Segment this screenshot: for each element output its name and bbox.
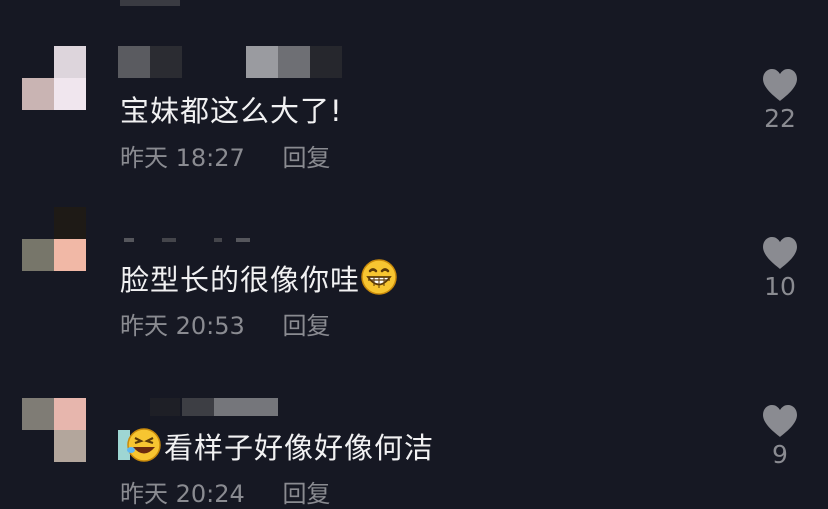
- heart-icon: [763, 69, 797, 101]
- heart-icon: [763, 237, 797, 269]
- username-blurred[interactable]: [118, 46, 344, 78]
- comment-text: 脸型长的很像你哇: [120, 258, 397, 300]
- comment-text: 看样子好像好像何洁: [118, 426, 434, 468]
- comment-meta: 昨天 20:53 回复: [120, 311, 330, 341]
- heart-icon: [763, 405, 797, 437]
- like-button[interactable]: 10: [752, 236, 808, 301]
- like-button[interactable]: 9: [752, 404, 808, 469]
- comment-meta: 昨天 18:27 回复: [120, 143, 330, 173]
- reply-button[interactable]: 回复: [282, 144, 330, 172]
- like-count: 22: [764, 104, 796, 133]
- comment-time: 昨天 20:53: [120, 312, 245, 340]
- previous-comment-meta-cut: [120, 0, 180, 12]
- reply-button[interactable]: 回复: [282, 480, 330, 508]
- username-blurred[interactable]: [118, 238, 258, 246]
- username-blurred[interactable]: [150, 398, 280, 416]
- avatar[interactable]: [22, 207, 86, 271]
- comment-text: 宝妹都这么大了!: [120, 94, 343, 128]
- laughing-face-icon: [118, 426, 164, 462]
- avatar[interactable]: [22, 398, 86, 462]
- comment-time: 昨天 20:24: [120, 480, 245, 508]
- comment-meta: 昨天 20:24 回复: [120, 479, 330, 509]
- like-button[interactable]: 22: [752, 68, 808, 133]
- avatar[interactable]: [22, 46, 86, 110]
- like-count: 10: [764, 272, 796, 301]
- like-count: 9: [772, 440, 788, 469]
- comment-time: 昨天 18:27: [120, 144, 245, 172]
- grinning-face-icon: [360, 258, 397, 295]
- reply-button[interactable]: 回复: [282, 312, 330, 340]
